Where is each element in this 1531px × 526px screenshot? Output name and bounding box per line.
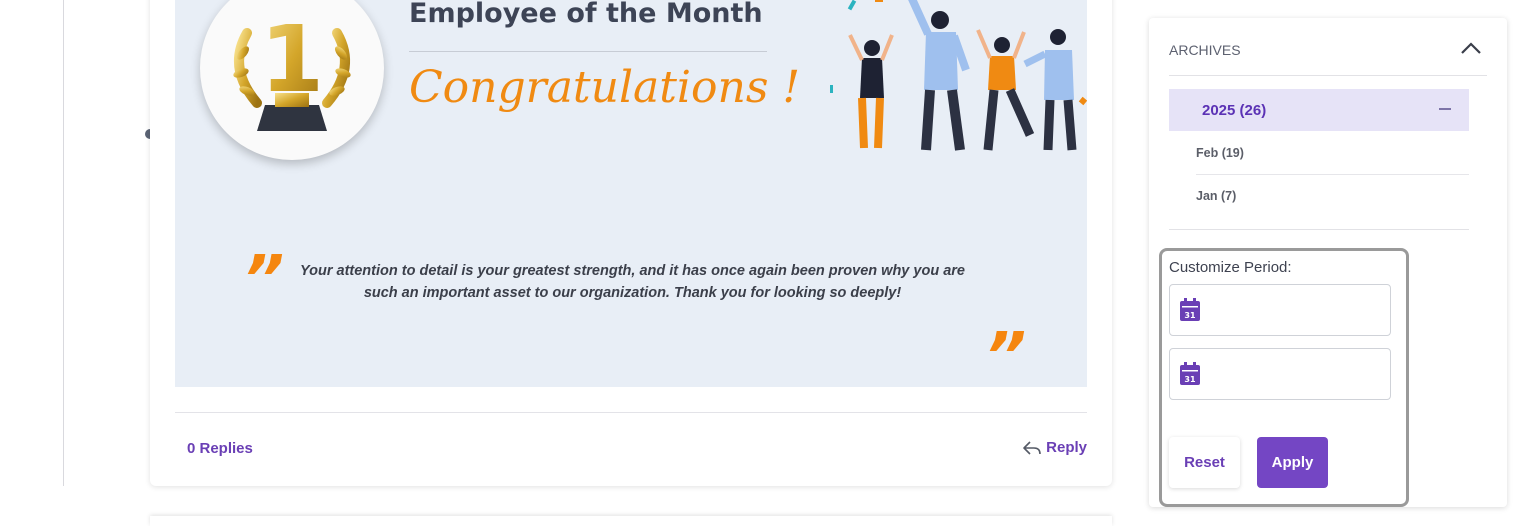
start-date-input[interactable] (1210, 295, 1384, 325)
calendar-day-number: 31 (1184, 311, 1196, 320)
reply-label: Reply (1046, 439, 1087, 456)
card-divider (175, 412, 1087, 413)
employee-banner: 1 Employee of the Month Congratulations … (175, 0, 1087, 387)
calendar-icon: 31 (1180, 298, 1200, 321)
reply-arrow-icon (1023, 440, 1041, 455)
archives-divider (1169, 75, 1487, 76)
archives-collapse-button[interactable] (1459, 38, 1483, 58)
archives-title: ARCHIVES (1169, 42, 1241, 58)
post-card: 1 Employee of the Month Congratulations … (150, 0, 1112, 486)
timeline-line (63, 0, 64, 486)
banner-divider (409, 51, 767, 52)
next-post-card (150, 516, 1112, 526)
archives-panel: ARCHIVES 2025 (26) Feb (19) Jan (7) Cust… (1149, 18, 1507, 507)
chevron-up-icon (1461, 42, 1481, 54)
apply-button[interactable]: Apply (1257, 437, 1328, 488)
end-date-input[interactable] (1210, 359, 1384, 389)
quote-close-icon: ” (985, 320, 1027, 387)
quote-open-icon: ” (243, 243, 285, 317)
start-date-field[interactable]: 31 (1169, 284, 1391, 336)
calendar-day-number: 31 (1184, 375, 1196, 384)
trophy-icon: 1 (233, 6, 351, 131)
archives-divider-bottom (1169, 229, 1469, 230)
archive-year-label: 2025 (26) (1202, 102, 1267, 119)
reset-button[interactable]: Reset (1169, 437, 1240, 488)
minus-icon (1439, 108, 1451, 110)
reply-button[interactable]: Reply (1022, 439, 1087, 456)
customize-period-label: Customize Period: (1169, 259, 1292, 276)
replies-count-link[interactable]: 0 Replies (187, 440, 253, 457)
archive-month-jan[interactable]: Jan (7) (1196, 189, 1236, 203)
calendar-icon: 31 (1180, 362, 1200, 385)
archive-month-feb[interactable]: Feb (19) (1196, 146, 1244, 160)
month-divider (1196, 174, 1469, 175)
quote-text: Your attention to detail is your greates… (300, 263, 965, 301)
celebrating-people-illustration (830, 0, 1087, 151)
medal-number: 1 (260, 6, 324, 113)
customize-period-box: Customize Period: 31 31 Reset Apply (1159, 248, 1409, 507)
banner-title: Employee of the Month (409, 0, 763, 29)
archive-year-2025[interactable]: 2025 (26) (1169, 89, 1469, 131)
trophy-badge: 1 (200, 0, 384, 160)
congratulations-text: Congratulations ! (409, 62, 801, 113)
end-date-field[interactable]: 31 (1169, 348, 1391, 400)
